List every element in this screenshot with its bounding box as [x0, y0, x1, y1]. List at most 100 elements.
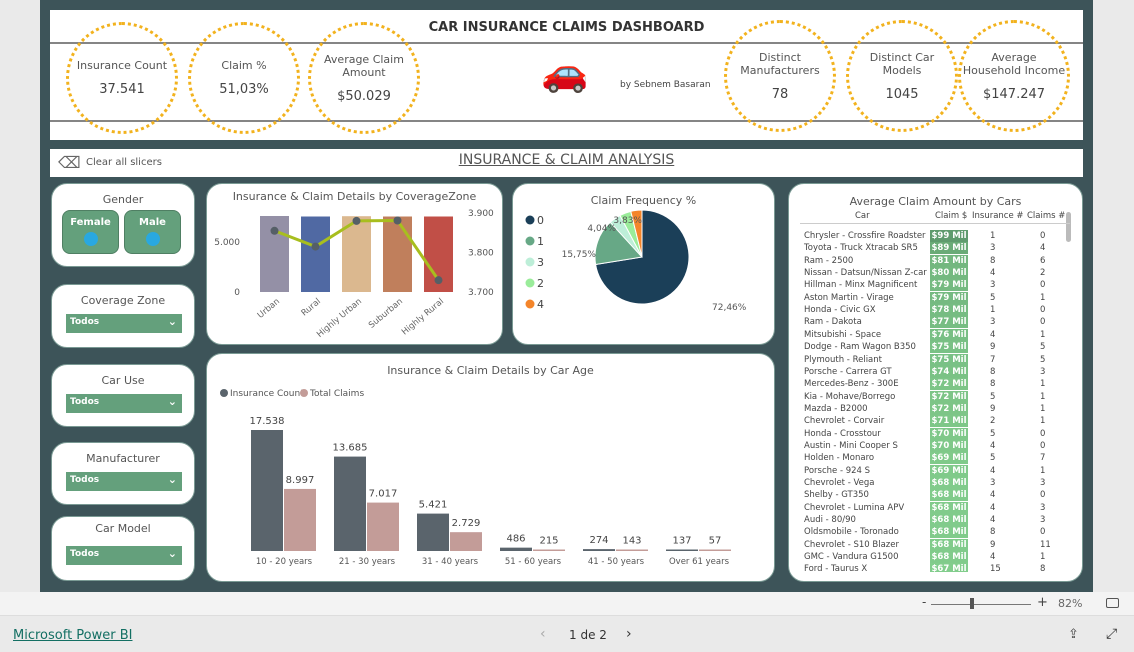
- data-label: 486: [506, 534, 525, 545]
- column-header[interactable]: Insurance #: [972, 210, 1024, 222]
- data-label: 274: [589, 535, 608, 546]
- car-name: Holden - Monaro: [804, 453, 875, 464]
- claims-count: 3: [1040, 366, 1046, 377]
- legend-label: 3: [537, 256, 544, 269]
- car-name: Kia - Mohave/Borrego: [804, 391, 896, 402]
- bar: [583, 549, 615, 551]
- zoom-slider[interactable]: [931, 604, 1031, 605]
- claims-count: 0: [1040, 527, 1046, 538]
- x-tick-label: Over 61 years: [669, 557, 730, 567]
- claim-amount: $77 Mil: [930, 316, 968, 329]
- gender-female-button[interactable]: Female: [62, 210, 119, 254]
- table-row: Chevrolet - Lumina APV $68 Mil 4 3: [800, 501, 1070, 514]
- insurance-count: 8: [990, 366, 996, 377]
- table-row: Plymouth - Reliant $75 Mil 7 5: [800, 353, 1070, 366]
- zoom-slider-thumb[interactable]: [970, 598, 974, 609]
- table-row: Oldsmobile - Toronado $68 Mil 8 0: [800, 526, 1070, 539]
- zoom-in-button[interactable]: +: [1037, 595, 1048, 610]
- car-name: GMC - Vandura G1500: [804, 552, 899, 563]
- coverage-zone-slicer: Coverage Zone Todos ⌄: [51, 284, 195, 348]
- car-name: Austin - Mini Cooper S: [804, 440, 898, 451]
- claims-count: 0: [1040, 490, 1046, 501]
- insurance-count: 8: [990, 379, 996, 390]
- x-tick-label: 51 - 60 years: [505, 557, 562, 567]
- zoom-out-button[interactable]: -: [922, 595, 926, 609]
- car-name: Shelby - GT350: [804, 490, 869, 501]
- table-row: GMC - Vandura G1500 $68 Mil 4 1: [800, 551, 1070, 564]
- page-indicator: 1 de 2: [569, 628, 607, 642]
- data-label: 5.421: [419, 500, 448, 511]
- column-header[interactable]: Claims #: [1027, 210, 1065, 222]
- coverage-zone-dropdown[interactable]: Todos ⌄: [66, 314, 182, 333]
- table-row: Chevrolet - Corvair $71 Mil 2 1: [800, 415, 1070, 428]
- claim-amount: $72 Mil: [930, 378, 968, 391]
- data-label: 13.685: [333, 443, 368, 454]
- claim-amount: $75 Mil: [930, 341, 968, 354]
- share-icon[interactable]: ⇪: [1068, 627, 1079, 642]
- insurance-count: 4: [990, 440, 996, 451]
- power-bi-link[interactable]: Microsoft Power BI: [13, 628, 132, 643]
- insurance-count: 4: [990, 515, 996, 526]
- insurance-count: 3: [990, 280, 996, 291]
- author-label: by Sebnem Basaran: [620, 80, 711, 90]
- table-row: Nissan - Datsun/Nissan Z-car $80 Mil 4 2: [800, 267, 1070, 280]
- legend-label: Insurance Count: [230, 389, 304, 399]
- insurance-count: 4: [990, 490, 996, 501]
- fullscreen-icon[interactable]: ⤢: [1106, 626, 1117, 642]
- insurance-count: 5: [990, 428, 996, 439]
- insurance-count: 5: [990, 292, 996, 303]
- claims-count: 0: [1040, 317, 1046, 328]
- table-row: Toyota - Truck Xtracab SR5 $89 Mil 3 4: [800, 242, 1070, 255]
- car-use-dropdown[interactable]: Todos ⌄: [66, 394, 182, 413]
- insurance-count: 1: [990, 305, 996, 316]
- data-label: 3,83%: [613, 216, 642, 226]
- legend-label: 4: [537, 298, 544, 311]
- gender-male-button[interactable]: Male: [124, 210, 181, 254]
- chevron-down-icon: ⌄: [167, 473, 177, 486]
- car-name: Chevrolet - S10 Blazer: [804, 539, 899, 550]
- insurance-count: 4: [990, 465, 996, 476]
- claims-count: 3: [1040, 478, 1046, 488]
- next-page-button[interactable]: ›: [626, 626, 632, 642]
- x-tick-label: Rural: [300, 297, 323, 319]
- claims-count: 1: [1040, 552, 1046, 563]
- data-label: 15,75%: [562, 250, 597, 260]
- fit-to-page-icon[interactable]: [1106, 598, 1119, 608]
- car-name: Toyota - Truck Xtracab SR5: [804, 243, 918, 254]
- car-name: Oldsmobile - Toronado: [804, 527, 899, 538]
- claims-count: 0: [1040, 280, 1046, 291]
- car-name: Porsche - Carrera GT: [804, 366, 892, 377]
- zoom-bar: - + 82%: [0, 592, 1134, 616]
- insurance-count: 15: [990, 564, 1001, 572]
- claim-amount: $76 Mil: [930, 328, 968, 341]
- claims-count: 3: [1040, 502, 1046, 513]
- table-row: Chevrolet - Vega $68 Mil 3 3: [800, 477, 1070, 489]
- data-label: 4,04%: [587, 224, 616, 234]
- manufacturer-dropdown[interactable]: Todos ⌄: [66, 472, 182, 491]
- x-tick-label: 10 - 20 years: [256, 557, 313, 567]
- claims-count: 7: [1040, 453, 1046, 464]
- table-row: Mercedes-Benz - 300E $72 Mil 8 1: [800, 378, 1070, 391]
- car-name: Plymouth - Reliant: [804, 354, 882, 365]
- legend-marker: [220, 389, 228, 397]
- car-name: Nissan - Datsun/Nissan Z-car: [804, 268, 927, 279]
- gender-slicer: Gender Female Male: [51, 183, 195, 267]
- car-name: Chrysler - Crossfire Roadster: [804, 231, 926, 241]
- insurance-count: 4: [990, 502, 996, 513]
- claims-count: 1: [1040, 379, 1046, 390]
- legend-label: Total Claims: [309, 389, 364, 399]
- claims-count: 8: [1040, 564, 1046, 572]
- x-tick-label: Urban: [256, 297, 282, 321]
- claim-amount: $75 Mil: [930, 353, 968, 366]
- column-header[interactable]: Car: [855, 210, 870, 222]
- column-header[interactable]: Claim $: [935, 210, 967, 222]
- previous-page-button[interactable]: ‹: [540, 626, 546, 642]
- car-name: Mitsubishi - Space: [804, 329, 882, 340]
- y-tick-label: 5.000: [214, 238, 240, 248]
- zoom-level: 82%: [1058, 597, 1083, 610]
- claim-amount: $81 Mil: [930, 254, 968, 267]
- car-model-dropdown[interactable]: Todos ⌄: [66, 546, 182, 565]
- claim-amount: $70 Mil: [930, 439, 968, 452]
- table-row: Ram - Dakota $77 Mil 3 0: [800, 316, 1070, 329]
- insurance-count: 8: [990, 527, 996, 538]
